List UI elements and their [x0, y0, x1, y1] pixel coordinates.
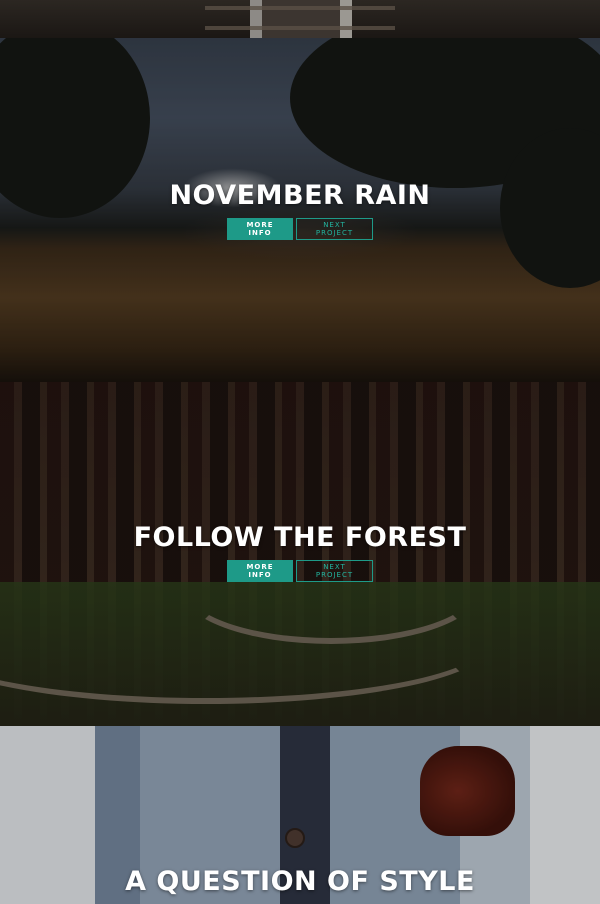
portfolio-page: NOVEMBER RAIN MORE INFO NEXT PROJECT FOL… — [0, 0, 600, 904]
project-content: FOLLOW THE FOREST MORE INFO NEXT PROJECT — [0, 522, 600, 582]
more-info-button[interactable]: MORE INFO — [227, 218, 293, 240]
more-info-button[interactable]: MORE INFO — [227, 560, 293, 582]
project-title: FOLLOW THE FOREST — [133, 522, 467, 553]
project-title: NOVEMBER RAIN — [169, 180, 431, 211]
project-a-question-of-style: A QUESTION OF STYLE — [0, 726, 600, 904]
next-project-button[interactable]: NEXT PROJECT — [296, 560, 373, 582]
project-content: A QUESTION OF STYLE — [0, 866, 600, 897]
project-buttons: MORE INFO NEXT PROJECT — [0, 560, 600, 582]
next-project-button[interactable]: NEXT PROJECT — [296, 218, 373, 240]
project-content: NOVEMBER RAIN MORE INFO NEXT PROJECT — [0, 180, 600, 240]
railroad-background-image — [0, 0, 600, 38]
railroad-image-section — [0, 0, 600, 38]
project-buttons: MORE INFO NEXT PROJECT — [0, 218, 600, 240]
project-november-rain: NOVEMBER RAIN MORE INFO NEXT PROJECT — [0, 38, 600, 382]
project-title: A QUESTION OF STYLE — [125, 866, 475, 897]
project-follow-the-forest: FOLLOW THE FOREST MORE INFO NEXT PROJECT — [0, 382, 600, 726]
